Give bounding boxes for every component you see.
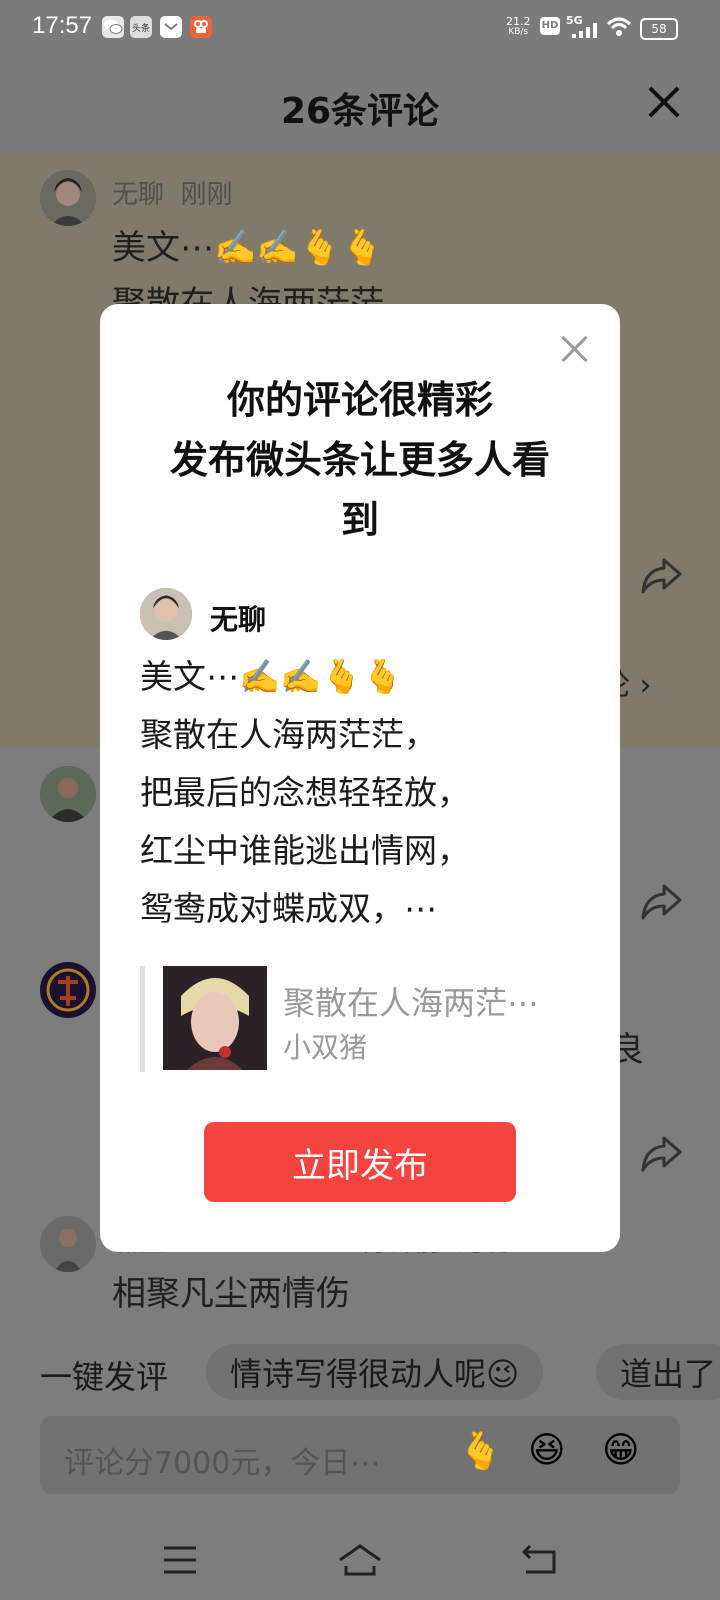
dialog-title: 你的评论很精彩 发布微头条让更多人看 到: [169, 378, 550, 542]
battery-icon: 58: [640, 18, 678, 40]
sheet-header: 26条评论: [0, 56, 720, 152]
avatar[interactable]: [40, 766, 96, 822]
emoji-laugh-button[interactable]: 😆: [528, 1430, 566, 1471]
avatar[interactable]: [40, 1216, 96, 1272]
share-icon[interactable]: [640, 1134, 682, 1174]
quick-comment-label: 一键发评: [40, 1358, 169, 1396]
system-nav-bar: [0, 1520, 720, 1600]
writing-hand-emoji: ✍️: [280, 657, 322, 696]
kuaishou-icon: [190, 16, 212, 38]
home-icon[interactable]: [336, 1540, 384, 1580]
emoji-grin-button[interactable]: 😁: [602, 1430, 640, 1471]
close-icon[interactable]: [644, 82, 684, 122]
toutiao-icon: 头条: [130, 16, 152, 38]
post-line: 红尘中谁能逃出情网，: [140, 831, 470, 870]
article-author: 小双猪: [283, 1031, 368, 1064]
comment-count-title: 26条评论: [280, 91, 440, 132]
comment-text: 美文⋯✍️✍️🫰🫰: [112, 228, 384, 268]
publish-now-button[interactable]: 立即发布: [204, 1122, 516, 1202]
avatar[interactable]: [40, 962, 96, 1018]
avatar[interactable]: [40, 170, 96, 226]
mail-icon: [160, 16, 182, 38]
article-thumbnail: [163, 966, 267, 1070]
post-line: 鸳鸯成对蝶成双，⋯: [140, 889, 437, 928]
comment-input-placeholder: 评论分7000元，今日⋯: [64, 1446, 381, 1481]
quick-comment-chip[interactable]: 道出了: [596, 1344, 720, 1400]
signal-icon: [572, 23, 597, 38]
quoted-article: 聚散在人海两茫⋯ 小双猪: [140, 966, 585, 1072]
status-time: 17:57: [32, 12, 93, 39]
wifi-icon: [606, 17, 632, 36]
share-icon[interactable]: [640, 556, 682, 596]
emoji-heart-hands-button[interactable]: 🫰: [458, 1430, 503, 1472]
menu-icon[interactable]: [158, 1540, 202, 1580]
comment-input[interactable]: 评论分7000元，今日⋯ 🫰 😆 😁: [40, 1416, 680, 1494]
comment-username[interactable]: 无聊 刚刚: [112, 174, 233, 211]
heart-hands-emoji: 🫰: [321, 657, 363, 696]
author-name: 无聊: [210, 603, 267, 636]
share-icon[interactable]: [640, 882, 682, 922]
post-line: 把最后的念想轻轻放，: [140, 773, 470, 812]
net-speed: 21.2 KB/s: [506, 15, 531, 37]
publish-dialog: 你的评论很精彩 发布微头条让更多人看 到 无聊 美文⋯✍️✍️🫰🫰 聚散在人海两…: [100, 304, 620, 1252]
article-title: 聚散在人海两茫⋯: [283, 984, 540, 1022]
quick-comment-chip[interactable]: 情诗写得很动人呢😉: [206, 1344, 544, 1400]
post-line: 聚散在人海两茫茫，: [140, 715, 437, 754]
heart-hands-emoji: 🫰: [362, 657, 404, 696]
close-icon[interactable]: [560, 334, 590, 364]
wechat-icon: [102, 16, 124, 38]
writing-hand-emoji: ✍️: [239, 657, 281, 696]
comment-text: 相聚凡尘两情伤: [112, 1274, 350, 1314]
back-icon[interactable]: [516, 1540, 560, 1580]
hd-badge: HD: [540, 17, 560, 35]
avatar: [140, 588, 192, 640]
status-bar: 17:57 头条 21.2 KB/s HD 5G 58: [0, 0, 720, 56]
post-line: 美文⋯✍️✍️🫰🫰: [140, 657, 404, 696]
